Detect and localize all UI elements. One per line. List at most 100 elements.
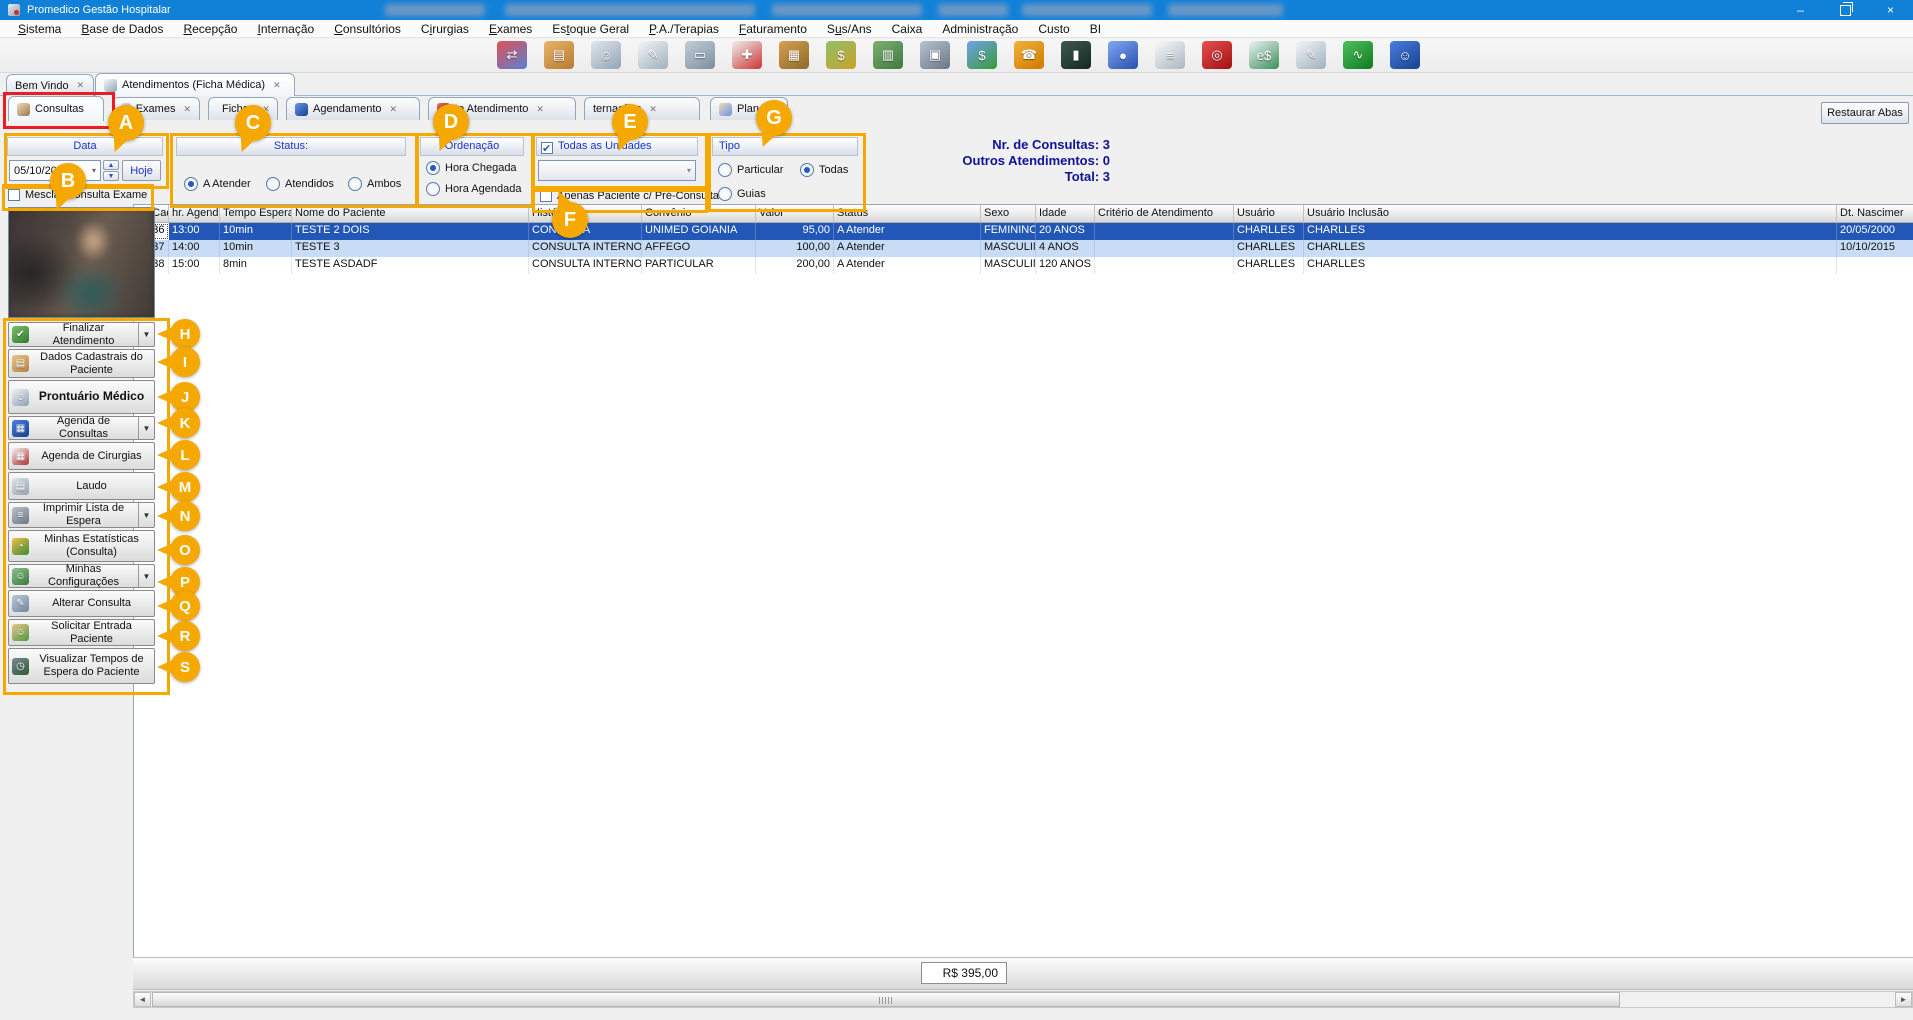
dropdown-arrow-icon[interactable]: ▼ <box>138 565 154 587</box>
sidebar-button-agenda-de-cirurgias[interactable]: ▦Agenda de Cirurgias <box>8 442 155 470</box>
tipo-option-guias[interactable]: Guias <box>718 187 766 201</box>
menu-item-consult-rios[interactable]: Consultórios <box>324 22 411 36</box>
menu-item-exames[interactable]: Exames <box>479 22 542 36</box>
sidebar-button-dados-cadastrais-do-paciente[interactable]: ▤Dados Cadastrais do Paciente <box>8 349 155 378</box>
radio-icon[interactable] <box>266 177 280 191</box>
ambulance-icon[interactable]: ✚ <box>732 41 762 69</box>
tab-close-icon[interactable]: ✕ <box>536 104 544 115</box>
minimize-button[interactable]: – <box>1778 0 1823 20</box>
scrollbar-thumb[interactable] <box>152 992 1620 1007</box>
sidebar-button-visualizar-tempos-de-espera-do-paciente[interactable]: ◷Visualizar Tempos de Espera do Paciente <box>8 648 155 684</box>
e-billing-icon[interactable]: e$ <box>1249 41 1279 69</box>
radio-icon[interactable] <box>184 177 198 191</box>
menu-item-caixa[interactable]: Caixa <box>882 22 933 36</box>
sidebar-button-alterar-consulta[interactable]: ✎Alterar Consulta <box>8 590 155 617</box>
subtab-agendamento[interactable]: Agendamento✕ <box>286 97 420 120</box>
revenue-up-icon[interactable]: $ <box>826 41 856 69</box>
restore-tabs-button[interactable]: Restaurar Abas <box>1821 102 1909 124</box>
menu-item-custo[interactable]: Custo <box>1028 22 1079 36</box>
menu-item-interna-o[interactable]: Internação <box>247 22 324 36</box>
column-header-valor[interactable]: Valor <box>756 205 834 223</box>
dropdown-arrow-icon[interactable]: ▼ <box>138 503 154 527</box>
tab-close-icon[interactable]: ✕ <box>273 80 281 91</box>
column-header-hr-agend[interactable]: hr. Agend. <box>169 205 220 223</box>
todas-unidades-checkbox[interactable]: Todas as Unidades <box>541 138 652 155</box>
menu-item-cirurgias[interactable]: Cirurgias <box>411 22 479 36</box>
ordenacao-option-hora-agendada[interactable]: Hora Agendada <box>426 182 521 196</box>
column-header-usu-rio-inclus-o[interactable]: Usuário Inclusão <box>1304 205 1837 223</box>
safe-icon[interactable]: ▣ <box>920 41 950 69</box>
radio-icon[interactable] <box>348 177 362 191</box>
sidebar-button-imprimir-lista-de-espera[interactable]: ≡Imprimir Lista de Espera▼ <box>8 502 155 528</box>
radio-icon[interactable] <box>718 163 732 177</box>
sidebar-button-minhas-estat-sticas-consulta[interactable]: ◔Minhas Estatísticas (Consulta) <box>8 530 155 562</box>
chevron-down-icon[interactable]: ▾ <box>687 166 691 175</box>
column-header-nome-do-paciente[interactable]: Nome do Paciente <box>292 205 529 223</box>
date-spin-up-button[interactable]: ▲ <box>103 160 119 170</box>
date-spin-down-button[interactable]: ▼ <box>103 171 119 181</box>
column-header-idade[interactable]: Idade <box>1036 205 1095 223</box>
menu-item-p-a-terapias[interactable]: P.A./Terapias <box>639 22 729 36</box>
column-header-conv-nio[interactable]: Convênio <box>642 205 756 223</box>
table-row[interactable]: 12:3815:008minTESTE ASDADFCONSULTA INTER… <box>134 257 1913 274</box>
patient-log-icon[interactable]: ☺ <box>1390 41 1420 69</box>
tab-bem-vindo[interactable]: Bem Vindo✕ <box>6 74 94 96</box>
radio-icon[interactable] <box>426 161 440 175</box>
sidebar-button-finalizar-atendimento[interactable]: ✔Finalizar Atendimento▼ <box>8 322 155 347</box>
radio-icon[interactable] <box>718 187 732 201</box>
sidebar-button-prontu-rio-m-dico[interactable]: ☺Prontuário Médico <box>8 380 155 414</box>
report-list-icon[interactable]: ≡ <box>1155 41 1185 69</box>
tab-close-icon[interactable]: ✕ <box>77 80 85 91</box>
subtab-consultas[interactable]: Consultas <box>8 96 104 121</box>
contract-icon[interactable]: ✎ <box>1296 41 1326 69</box>
status-option-atendidos[interactable]: Atendidos <box>266 177 334 191</box>
sidebar-button-minhas-configura-es[interactable]: ☺Minhas Configurações▼ <box>8 564 155 588</box>
medical-record-icon[interactable]: ✎ <box>638 41 668 69</box>
sidebar-button-laudo[interactable]: ▤Laudo <box>8 472 155 500</box>
patient-folder-icon[interactable]: ▤ <box>544 41 574 69</box>
close-button[interactable]: × <box>1868 0 1913 20</box>
ordenacao-option-hora-chegada[interactable]: Hora Chegada <box>426 161 517 175</box>
status-option-a-atender[interactable]: A Atender <box>184 177 251 191</box>
today-button[interactable]: Hoje <box>122 160 161 181</box>
tab-atendimentos-ficha-m-dica[interactable]: Atendimentos (Ficha Médica)✕ <box>95 73 295 96</box>
date-dropdown-icon[interactable]: ▾ <box>92 166 96 175</box>
scroll-right-arrow[interactable]: ► <box>1895 992 1912 1007</box>
radio-icon[interactable] <box>800 163 814 177</box>
column-header-usu-rio[interactable]: Usuário <box>1234 205 1304 223</box>
menu-item-sistema[interactable]: Sistema <box>8 22 71 36</box>
checkbox-icon[interactable] <box>8 189 20 201</box>
phone-book-icon[interactable]: ☎ <box>1014 41 1044 69</box>
finance-stack-icon[interactable]: ▥ <box>873 41 903 69</box>
dropdown-arrow-icon[interactable]: ▼ <box>138 417 154 439</box>
checkbox-icon[interactable] <box>541 142 553 154</box>
tab-close-icon[interactable]: ✕ <box>649 104 657 115</box>
column-header-sexo[interactable]: Sexo <box>981 205 1036 223</box>
status-option-ambos[interactable]: Ambos <box>348 177 401 191</box>
menu-item-faturamento[interactable]: Faturamento <box>729 22 817 36</box>
menu-item-sus-ans[interactable]: Sus/Ans <box>817 22 882 36</box>
menu-item-recep-o[interactable]: Recepção <box>173 22 247 36</box>
billing-chart-icon[interactable]: $ <box>967 41 997 69</box>
column-header-tempo-espera[interactable]: Tempo Espera <box>220 205 292 223</box>
vitals-book-icon[interactable]: ∿ <box>1343 41 1373 69</box>
tipo-option-particular[interactable]: Particular <box>718 163 783 177</box>
chat-sphere-icon[interactable]: ● <box>1108 41 1138 69</box>
table-row[interactable]: 12:3714:0010minTESTE 3CONSULTA INTERNOAF… <box>134 240 1913 257</box>
table-row[interactable]: 12:3613:0010minTESTE 2 DOISCONSULTAUNIME… <box>134 223 1913 240</box>
power-icon[interactable]: ◎ <box>1202 41 1232 69</box>
checkbox-icon[interactable] <box>540 190 552 202</box>
sidebar-button-agenda-de-consultas[interactable]: ▦Agenda de Consultas▼ <box>8 416 155 440</box>
menu-item-administra-o[interactable]: Administração <box>932 22 1028 36</box>
tipo-option-todas[interactable]: Todas <box>800 163 848 177</box>
professional-icon[interactable]: ☺ <box>591 41 621 69</box>
horizontal-scrollbar[interactable]: ◄ ► <box>133 991 1913 1008</box>
tab-close-icon[interactable]: ✕ <box>183 104 191 115</box>
patient-transfer-icon[interactable]: ⇄ <box>497 41 527 69</box>
tab-close-icon[interactable]: ✕ <box>390 104 398 115</box>
restore-button[interactable] <box>1823 0 1868 20</box>
menu-item-bi[interactable]: BI <box>1080 22 1111 36</box>
unidade-select[interactable]: ▾ <box>538 160 696 181</box>
supplies-icon[interactable]: ▦ <box>779 41 809 69</box>
ledger-book-icon[interactable]: ▮ <box>1061 41 1091 69</box>
